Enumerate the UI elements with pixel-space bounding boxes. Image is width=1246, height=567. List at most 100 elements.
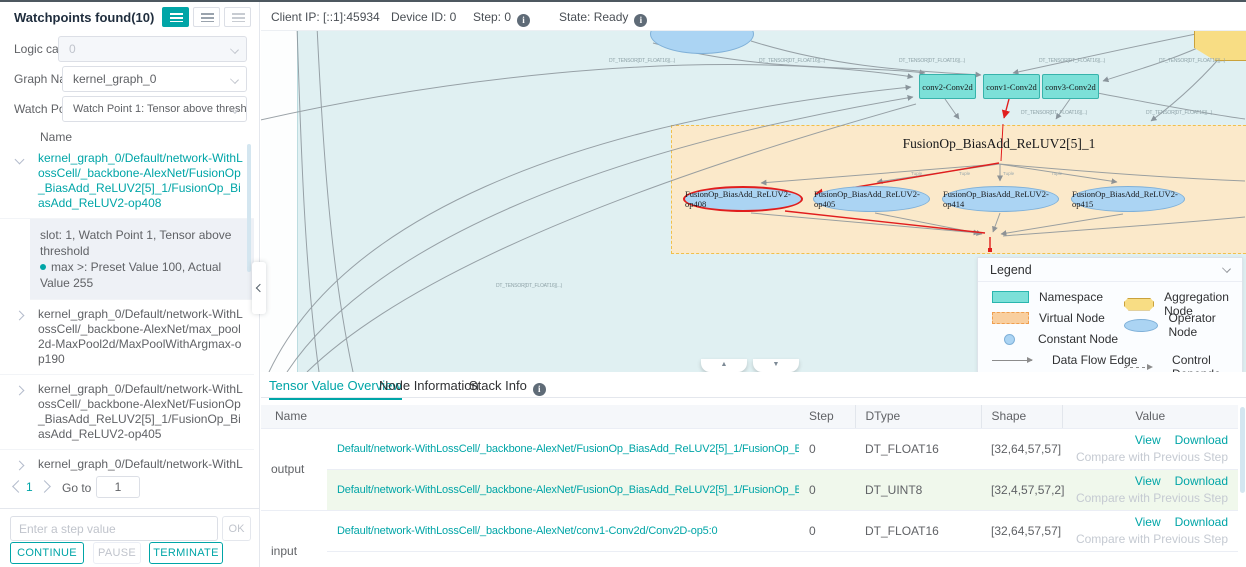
graph-node-conv1[interactable]: conv1-Conv2d bbox=[983, 74, 1040, 99]
tensor-name-link[interactable]: Default/network-WithLossCell/_backbone-A… bbox=[337, 484, 799, 496]
chevron-right-icon[interactable] bbox=[15, 461, 25, 471]
panel-collapse-up-button[interactable] bbox=[701, 359, 747, 372]
legend-item-namespace: Namespace bbox=[992, 290, 1103, 304]
panel-collapse-down-button[interactable] bbox=[753, 359, 799, 372]
device-id: Device ID: 0 bbox=[391, 10, 456, 24]
graph-node-conv2[interactable]: conv2-Conv2d bbox=[919, 74, 976, 99]
continue-button[interactable]: CONTINUE bbox=[10, 542, 84, 564]
graph-node-op414[interactable]: FusionOp_BiasAdd_ReLUV2-op414 bbox=[942, 186, 1059, 212]
chevron-down-icon bbox=[230, 75, 239, 84]
graph-node-conv3[interactable]: conv3-Conv2d bbox=[1042, 74, 1099, 99]
terminate-button[interactable]: TERMINATE bbox=[149, 542, 223, 564]
watchpoints-sidebar: Watchpoints found(10) Logic card 0 Graph… bbox=[0, 2, 260, 567]
list-header-name: Name bbox=[40, 130, 72, 144]
client-ip: Client IP: [::1]:45934 bbox=[271, 10, 380, 24]
download-link[interactable]: Download bbox=[1175, 433, 1228, 447]
column-value: Value bbox=[1062, 405, 1238, 428]
pause-button[interactable]: PAUSE bbox=[93, 542, 141, 564]
list-item[interactable]: kernel_graph_0/Default/network-WithLossC… bbox=[0, 450, 254, 474]
info-icon[interactable] bbox=[517, 14, 530, 27]
virtual-node-swatch-icon bbox=[992, 312, 1029, 324]
tab-stack-info[interactable]: Stack Info bbox=[469, 378, 546, 396]
edge-tuple-label: Tuple bbox=[959, 171, 970, 176]
step-value-input[interactable] bbox=[10, 516, 218, 541]
shape-cell: [32,64,57,57] bbox=[981, 428, 1062, 469]
list-item[interactable]: kernel_graph_0/Default/network-WithLossC… bbox=[0, 375, 254, 450]
node-label: conv2-Conv2d bbox=[922, 82, 973, 92]
view-link[interactable]: View bbox=[1135, 474, 1161, 488]
graph-name-select[interactable]: kernel_graph_0 bbox=[62, 66, 247, 92]
list-item[interactable]: kernel_graph_0/Default/network-WithLossC… bbox=[0, 300, 254, 375]
chevron-down-icon[interactable] bbox=[15, 155, 25, 165]
status-topbar: Client IP: [::1]:45934 Device ID: 0 Step… bbox=[261, 2, 1246, 31]
edge-label: DT_TENSOR[DT_FLOAT16](...) bbox=[496, 283, 562, 289]
edge-label: DT_TENSOR[DT_FLOAT16](...) bbox=[1146, 110, 1212, 116]
view-toggle-tree-button[interactable] bbox=[193, 7, 220, 27]
table-row-partial: ViewDownload bbox=[261, 551, 1238, 567]
node-label: FusionOp_BiasAdd_ReLUV2-op405 bbox=[814, 189, 929, 209]
graph-name-row: Graph Name kernel_graph_0 bbox=[0, 66, 259, 92]
hit-detail-line2: max >: Preset Value 100, Actual Value 25… bbox=[40, 259, 244, 291]
watchpoint-node-label: kernel_graph_0/Default/network-WithLossC… bbox=[38, 151, 243, 210]
info-icon[interactable] bbox=[634, 14, 647, 27]
ok-button[interactable]: OK bbox=[222, 516, 251, 541]
value-cell: ViewDownload bbox=[1062, 551, 1238, 567]
shape-cell: [32,64,57,57] bbox=[981, 510, 1062, 551]
legend-header: Legend bbox=[978, 258, 1242, 282]
edge-label: DT_TENSOR[DT_FLOAT16](...) bbox=[609, 58, 675, 64]
table-row: output Default/network-WithLossCell/_bac… bbox=[261, 428, 1238, 469]
constant-swatch-icon bbox=[1004, 334, 1015, 345]
view-link[interactable]: View bbox=[1135, 433, 1161, 447]
list-bars-icon bbox=[170, 13, 183, 22]
edge-label: DT_TENSOR[DT_FLOAT16](...) bbox=[899, 58, 965, 64]
download-link[interactable]: Download bbox=[1175, 474, 1228, 488]
hit-detail-line1: slot: 1, Watch Point 1, Tensor above thr… bbox=[40, 227, 244, 259]
graph-node-op415[interactable]: FusionOp_BiasAdd_ReLUV2-op415 bbox=[1071, 186, 1185, 212]
operator-swatch-icon bbox=[1124, 319, 1158, 332]
step-status: Step: 0 bbox=[473, 10, 530, 27]
view-toggle-list-button[interactable] bbox=[162, 7, 189, 27]
tensor-name-link[interactable]: Default/network-WithLossCell/_backbone-A… bbox=[337, 443, 799, 455]
goto-page-input[interactable] bbox=[96, 476, 140, 498]
step-input-row: OK bbox=[0, 508, 259, 544]
sidebar-collapse-handle[interactable] bbox=[252, 262, 266, 314]
download-link[interactable]: Download bbox=[1175, 515, 1228, 529]
info-icon[interactable] bbox=[533, 383, 546, 396]
compare-previous-step[interactable]: Compare with Previous Step bbox=[1072, 532, 1228, 546]
page-number[interactable]: 1 bbox=[26, 480, 33, 494]
legend-item-operator: Operator Node bbox=[1124, 311, 1242, 339]
chevron-right-icon[interactable] bbox=[15, 386, 25, 396]
step-cell: 0 bbox=[799, 428, 855, 469]
tab-node-information[interactable]: Node Information bbox=[379, 378, 479, 393]
table-scrollbar[interactable] bbox=[1240, 407, 1245, 493]
tensor-name-link[interactable]: Default/network-WithLossCell/_backbone-A… bbox=[337, 525, 718, 537]
graph-node-op405[interactable]: FusionOp_BiasAdd_ReLUV2-op405 bbox=[813, 186, 930, 212]
page-next-icon[interactable] bbox=[38, 480, 51, 493]
watch-point-value: Watch Point 1: Tensor above threshold bbox=[73, 103, 247, 115]
sidebar-scrollbar[interactable] bbox=[247, 144, 251, 272]
list-item[interactable]: kernel_graph_0/Default/network-WithLossC… bbox=[0, 144, 254, 219]
graph-node-op408-highlighted[interactable]: FusionOp_BiasAdd_ReLUV2-op408 bbox=[683, 186, 803, 212]
node-label: FusionOp_BiasAdd_ReLUV2-op414 bbox=[943, 189, 1058, 209]
column-shape: Shape bbox=[981, 405, 1062, 428]
logic-card-select[interactable]: 0 bbox=[58, 36, 247, 62]
watch-point-select[interactable]: Watch Point 1: Tensor above threshold bbox=[62, 96, 247, 122]
compare-previous-step[interactable]: Compare with Previous Step bbox=[1072, 450, 1228, 464]
control-edge-icon bbox=[1124, 367, 1152, 368]
value-cell: View Download Compare with Previous Step bbox=[1062, 510, 1238, 551]
computation-graph-canvas[interactable]: conv2-Conv2d conv1-Conv2d conv3-Conv2d F… bbox=[261, 31, 1246, 372]
bullet-dot-icon bbox=[40, 264, 46, 270]
node-label: conv3-Conv2d bbox=[1045, 82, 1096, 92]
chevron-right-icon[interactable] bbox=[15, 311, 25, 321]
view-toggle-table-button[interactable] bbox=[224, 7, 251, 27]
view-link[interactable]: View bbox=[1135, 515, 1161, 529]
compare-previous-step[interactable]: Compare with Previous Step bbox=[1072, 491, 1228, 505]
watchpoint-node-label: kernel_graph_0/Default/network-WithLossC… bbox=[38, 457, 243, 474]
debugger-page: Watchpoints found(10) Logic card 0 Graph… bbox=[0, 0, 1246, 567]
page-prev-icon[interactable] bbox=[12, 480, 25, 493]
group-label-output: output bbox=[261, 428, 327, 510]
namespace-title[interactable]: FusionOp_BiasAdd_ReLUV2[5]_1 bbox=[889, 136, 1109, 152]
edge-label: DT_TENSOR[DT_FLOAT16](...) bbox=[759, 58, 825, 64]
chevron-down-icon[interactable] bbox=[1222, 264, 1231, 273]
legend-title: Legend bbox=[990, 263, 1032, 277]
